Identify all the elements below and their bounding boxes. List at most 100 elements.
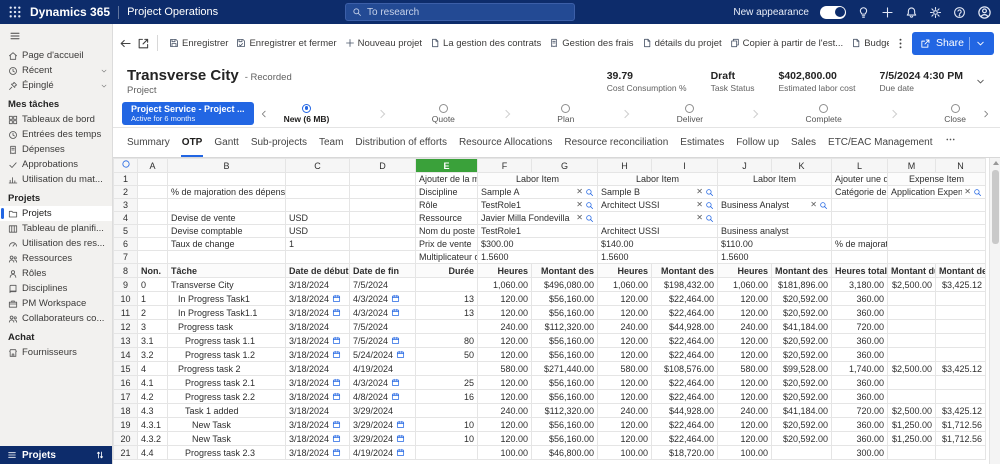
bpf-stage-plan[interactable]: Plan xyxy=(557,103,574,124)
task-name[interactable]: Progress task 2.2 xyxy=(167,389,286,404)
popout-icon[interactable] xyxy=(137,37,150,50)
wbs-task-row[interactable]: 20 4.3.2 New Task 3/18/2024 3/29/2024 10 120.0… xyxy=(113,431,986,446)
tab-summary[interactable]: Summary xyxy=(126,137,171,157)
end-date[interactable]: 4/19/2024 xyxy=(349,361,416,376)
grid-cell[interactable] xyxy=(137,224,168,238)
sitemap-toggle[interactable] xyxy=(0,24,112,48)
duration[interactable]: 25 xyxy=(415,375,478,390)
calendar-icon[interactable] xyxy=(391,308,400,317)
account-avatar[interactable] xyxy=(977,5,992,20)
task-name[interactable]: Progress task xyxy=(167,319,286,334)
column-header-l[interactable]: L xyxy=(831,158,888,173)
start-date[interactable]: 3/18/2024 xyxy=(285,445,350,460)
clear-value-icon[interactable]: ✕ xyxy=(576,214,583,222)
tab-resource-reconciliation[interactable]: Resource reconciliation xyxy=(563,137,669,157)
column-header-b[interactable]: B xyxy=(167,158,286,173)
column-header-n[interactable]: N xyxy=(935,158,986,173)
grid-cell[interactable] xyxy=(349,198,416,212)
copier-partir-de-l-est-button[interactable]: Copier à partir de l'est... xyxy=(726,35,848,52)
lookup-search-icon[interactable] xyxy=(973,188,982,197)
task-name[interactable]: Progress task 2 xyxy=(167,361,286,376)
settings-icon[interactable] xyxy=(929,6,942,19)
lookup-search-icon[interactable] xyxy=(819,201,828,210)
task-name[interactable]: Task 1 added xyxy=(167,403,286,418)
row-header-16[interactable]: 16 xyxy=(113,375,138,390)
sidebar-item-utilisation-des-res[interactable]: Utilisation des res... xyxy=(0,236,112,251)
sidebar-item-utilisation-du-mat[interactable]: Utilisation du mat... xyxy=(0,172,112,187)
tab-distribution-of-efforts[interactable]: Distribution of efforts xyxy=(354,137,448,157)
clear-value-icon[interactable]: ✕ xyxy=(696,188,703,196)
row-header-12[interactable]: 12 xyxy=(113,319,138,334)
start-date[interactable]: 3/18/2024 xyxy=(285,375,350,390)
sidebar-item-collaborateurs-co[interactable]: Collaborateurs co... xyxy=(0,311,112,326)
lookup-search-icon[interactable] xyxy=(705,214,714,223)
setup-cell[interactable]: % de majoration des dépenses xyxy=(167,185,286,199)
setup-cell[interactable]: Discipline xyxy=(415,185,478,199)
sidebar-item-tableaux-de-bord[interactable]: Tableaux de bord xyxy=(0,112,112,127)
row-header-20[interactable]: 20 xyxy=(113,431,138,446)
row-header-19[interactable]: 19 xyxy=(113,417,138,432)
wbs-task-row[interactable]: 18 4.3 Task 1 added 3/18/2024 3/29/2024 240.0… xyxy=(113,403,986,418)
grid-cell[interactable] xyxy=(285,250,350,264)
grid-cell[interactable] xyxy=(137,211,168,225)
wbs-task-row[interactable]: 16 4.1 Progress task 2.1 3/18/2024 4/3/2024 2… xyxy=(113,375,986,390)
grid-cell[interactable]: 1.5600 xyxy=(477,250,598,264)
grid-cell[interactable] xyxy=(137,172,168,186)
start-date[interactable]: 3/18/2024 xyxy=(285,389,350,404)
grid-cell[interactable] xyxy=(349,185,416,199)
tab-sales[interactable]: Sales xyxy=(790,137,817,157)
duration[interactable] xyxy=(415,361,478,376)
wbs-task-row[interactable]: 12 3 Progress task 3/18/2024 7/5/2024 240.00 $… xyxy=(113,319,986,334)
end-date[interactable]: 3/29/2024 xyxy=(349,403,416,418)
end-date[interactable]: 7/5/2024 xyxy=(349,319,416,334)
column-header-f[interactable]: F xyxy=(477,158,532,173)
calendar-icon[interactable] xyxy=(396,420,405,429)
wbs-task-row[interactable]: 9 0 Transverse City 3/18/2024 7/5/2024 1,060.… xyxy=(113,277,986,292)
duration[interactable]: 10 xyxy=(415,431,478,446)
nouveau-projet-button[interactable]: Nouveau projet xyxy=(341,35,426,52)
row-header-13[interactable]: 13 xyxy=(113,333,138,348)
grid-cell[interactable] xyxy=(285,172,350,186)
grid-cell[interactable]: USD xyxy=(285,224,350,238)
wbs-task-row[interactable]: 17 4.2 Progress task 2.2 3/18/2024 4/8/2024 1… xyxy=(113,389,986,404)
column-header-c[interactable]: C xyxy=(285,158,350,173)
sidebar-item-pingl[interactable]: Épinglé xyxy=(0,78,112,93)
task-name[interactable]: Transverse City xyxy=(167,277,286,292)
spreadsheet[interactable]: ABCDEFGHIJKLMN1Ajouter de la maiLabor It… xyxy=(113,158,986,460)
column-header-i[interactable]: I xyxy=(651,158,718,173)
column-header-k[interactable]: K xyxy=(771,158,832,173)
row-header-17[interactable]: 17 xyxy=(113,389,138,404)
grid-cell[interactable] xyxy=(137,250,168,264)
la-gestion-des-contrats-button[interactable]: La gestion des contrats xyxy=(426,35,545,52)
setup-cell[interactable]: Multiplicateur de xyxy=(415,250,478,264)
new-appearance-toggle[interactable] xyxy=(820,5,846,19)
start-date[interactable]: 3/18/2024 xyxy=(285,333,350,348)
area-switcher[interactable]: Projets xyxy=(0,446,112,464)
calendar-icon[interactable] xyxy=(332,448,341,457)
start-date[interactable]: 3/18/2024 xyxy=(285,305,350,320)
bpf-stage-deliver[interactable]: Deliver xyxy=(677,103,703,124)
global-search[interactable]: To research xyxy=(345,3,575,21)
grid-cell[interactable] xyxy=(887,198,986,212)
task-name[interactable]: New Task xyxy=(167,417,286,432)
start-date[interactable]: 3/18/2024 xyxy=(285,291,350,306)
end-date[interactable]: 4/3/2024 xyxy=(349,305,416,320)
wbs-task-row[interactable]: 11 2 In Progress Task1.1 3/18/2024 4/3/2024 1… xyxy=(113,305,986,320)
clear-value-icon[interactable]: ✕ xyxy=(576,188,583,196)
grid-cell[interactable]: Expense Item xyxy=(887,172,986,186)
back-icon[interactable] xyxy=(119,37,132,50)
tab-gantt[interactable]: Gantt xyxy=(213,137,239,157)
wbs-task-row[interactable]: 13 3.1 Progress task 1.1 3/18/2024 7/5/2024 8… xyxy=(113,333,986,348)
share-button[interactable]: Share xyxy=(911,31,994,55)
setup-cell[interactable]: Rôle xyxy=(415,198,478,212)
start-date[interactable]: 3/18/2024 xyxy=(285,347,350,362)
setup-cell[interactable]: Catégorie de xyxy=(831,185,888,199)
row-header-1[interactable]: 1 xyxy=(113,172,138,186)
grid-cell[interactable] xyxy=(887,211,986,225)
start-date[interactable]: 3/18/2024 xyxy=(285,361,350,376)
wbs-task-row[interactable]: 10 1 In Progress Task1 3/18/2024 4/3/2024 13 1… xyxy=(113,291,986,306)
grid-cell[interactable]: 1 xyxy=(285,237,350,251)
calendar-icon[interactable] xyxy=(396,350,405,359)
grid-cell[interactable] xyxy=(887,224,986,238)
grid-cell[interactable] xyxy=(137,237,168,251)
